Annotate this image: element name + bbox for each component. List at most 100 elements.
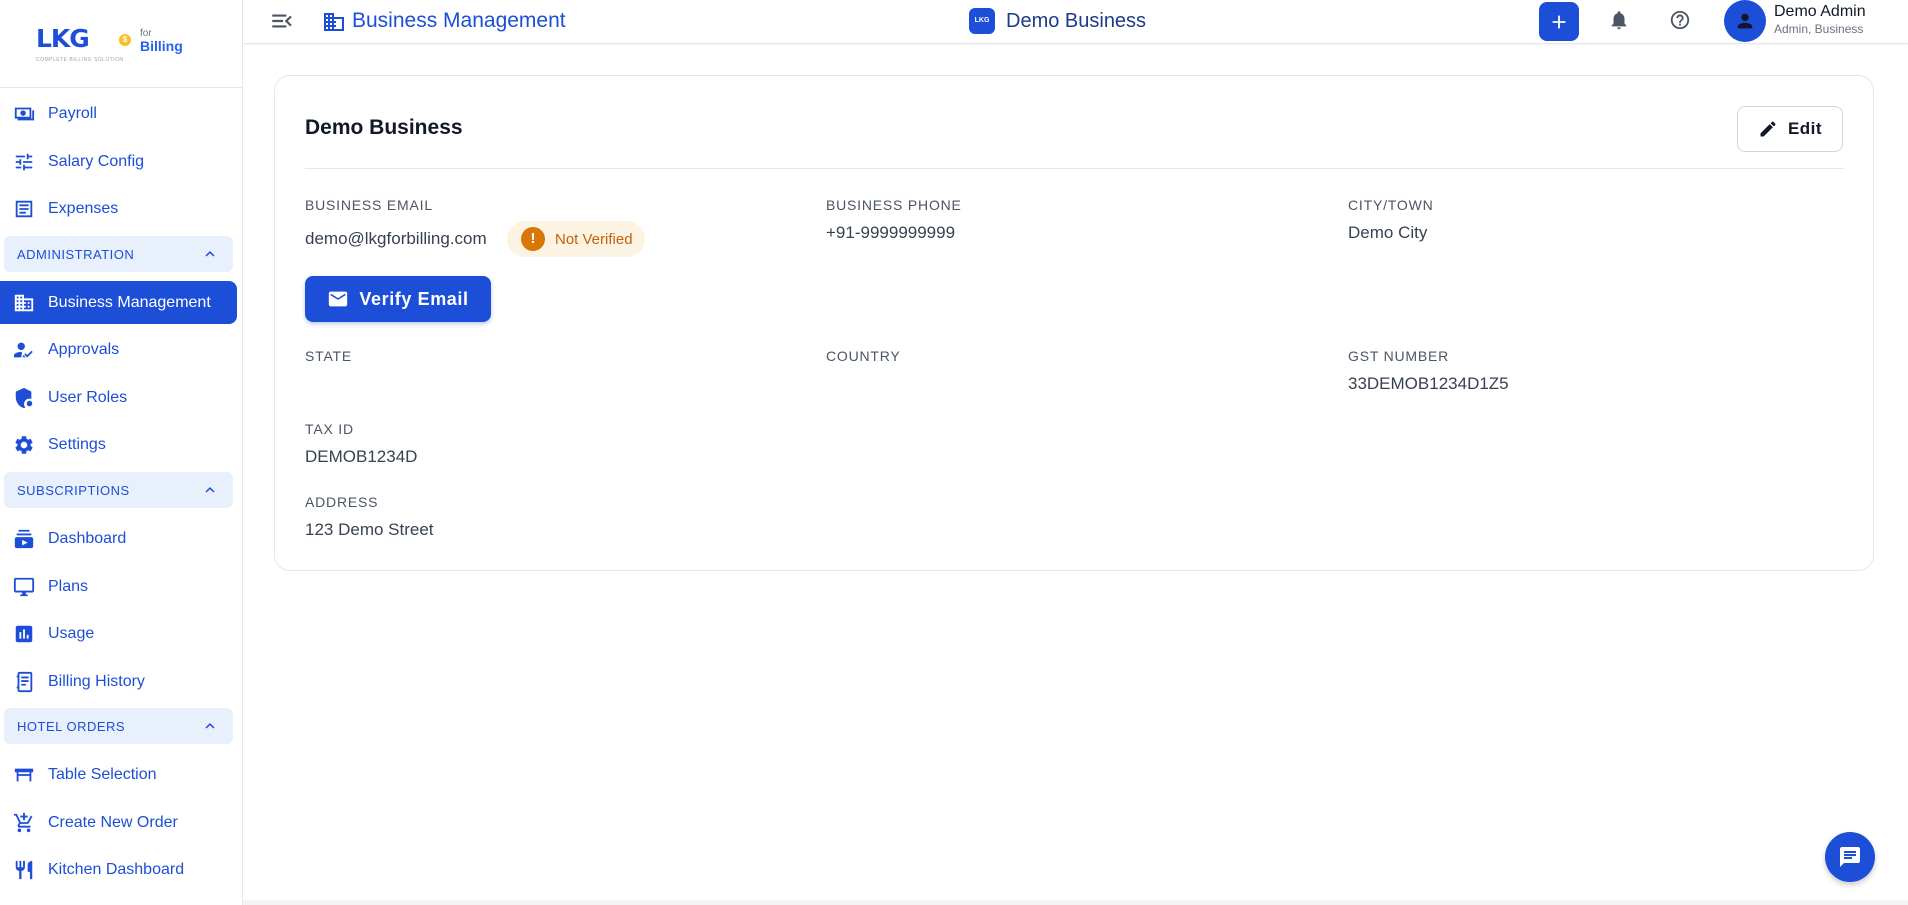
topbar: Business Management LKG Demo Business De… (243, 0, 1908, 44)
gst-value: 33DEMOB1234D1Z5 (1348, 374, 1509, 393)
warning-icon: ! (521, 227, 545, 251)
sidebar: LKG $ for Billing COMPLETE BILLING SOLUT… (0, 0, 243, 905)
bottom-scroll-strip (243, 900, 1908, 905)
sidebar-item-label: Business Management (48, 293, 211, 311)
logo-tagline: COMPLETE BILLING SOLUTION (36, 57, 124, 63)
sidebar-item-label: Usage (48, 625, 95, 642)
state-label: STATE (305, 348, 353, 364)
verify-email-button[interactable]: Verify Email (305, 276, 491, 322)
address-value: 123 Demo Street (305, 520, 434, 539)
chevron-up-icon (205, 723, 215, 729)
usage-chart-icon (13, 623, 35, 645)
status-badge-label: Not Verified (555, 230, 633, 248)
user-name[interactable]: Demo Admin (1774, 3, 1866, 21)
mail-icon (329, 291, 348, 307)
business-name[interactable]: Demo Business (1006, 10, 1146, 33)
pencil-icon (1760, 121, 1776, 137)
payroll-icon (13, 103, 35, 125)
chevron-up-icon (205, 251, 215, 257)
sidebar-item-business-management[interactable]: Business Management (0, 281, 237, 324)
sidebar-item-usage[interactable]: Usage (0, 613, 237, 655)
address-label: ADDRESS (305, 494, 379, 510)
restaurant-icon (13, 859, 35, 881)
sidebar-item-salary-config[interactable]: Salary Config (0, 141, 237, 183)
phone-value: +91-9999999999 (826, 223, 956, 242)
card-title: Demo Business (305, 116, 463, 139)
billing-history-icon (13, 671, 35, 693)
tax-id-label: TAX ID (305, 421, 354, 437)
email-label: BUSINESS EMAIL (305, 197, 433, 213)
sidebar-item-payroll[interactable]: Payroll (0, 93, 237, 135)
logo[interactable]: LKG $ for Billing COMPLETE BILLING SOLUT… (0, 0, 242, 88)
notification-bell-icon[interactable] (1608, 9, 1632, 33)
shield-icon (13, 387, 35, 409)
divider (305, 168, 1844, 169)
logo-billing: Billing (140, 38, 183, 54)
sidebar-item-kitchen-dashboard[interactable]: Kitchen Dashboard (0, 849, 237, 891)
avatar[interactable] (1724, 0, 1766, 42)
section-label: HOTEL ORDERS (17, 718, 126, 734)
person-icon (1737, 13, 1753, 29)
city-value: Demo City (1348, 223, 1428, 242)
gst-label: GST NUMBER (1348, 348, 1450, 364)
phone-label: BUSINESS PHONE (826, 197, 962, 213)
sidebar-item-label: Salary Config (48, 153, 145, 170)
chevron-up-icon (205, 487, 215, 493)
receipt-icon (13, 198, 35, 220)
sidebar-item-label: Create New Order (48, 814, 178, 831)
user-role: Admin, Business (1774, 22, 1864, 36)
verify-email-label: Verify Email (359, 288, 469, 309)
section-label: ADMINISTRATION (17, 246, 135, 262)
sidebar-item-label: Dashboard (48, 530, 127, 547)
sidebar-item-dashboard[interactable]: Dashboard (0, 518, 237, 560)
menu-collapse-icon[interactable] (269, 8, 295, 34)
sidebar-item-create-new-order[interactable]: Create New Order (0, 802, 237, 844)
sidebar-item-expenses[interactable]: Expenses (0, 188, 237, 230)
sidebar-item-user-roles[interactable]: User Roles (0, 377, 237, 419)
sidebar-item-label: Approvals (48, 341, 120, 358)
sidebar-item-label: Billing History (48, 673, 145, 690)
city-label: CITY/TOWN (1348, 197, 1434, 213)
tax-id-value: DEMOB1234D (305, 447, 418, 466)
plus-icon (1552, 15, 1566, 28)
edit-label: Edit (1787, 119, 1823, 138)
email-value: demo@lkgforbilling.com (305, 229, 487, 248)
logo-brand: LKG (36, 24, 90, 53)
sidebar-item-plans[interactable]: Plans (0, 566, 237, 608)
coin-icon: $ (119, 34, 131, 46)
business-logo: LKG (969, 8, 995, 34)
sidebar-item-label: Payroll (48, 105, 97, 122)
edit-button[interactable]: Edit (1737, 106, 1843, 152)
chat-icon (1840, 847, 1860, 867)
sidebar-item-approvals[interactable]: Approvals (0, 329, 237, 371)
section-hotel-orders[interactable]: HOTEL ORDERS (4, 708, 233, 744)
plans-icon (13, 576, 35, 598)
sidebar-item-label: User Roles (48, 389, 128, 406)
section-label: SUBSCRIPTIONS (17, 482, 130, 498)
app-root: LKG $ for Billing COMPLETE BILLING SOLUT… (0, 0, 1908, 905)
sidebar-item-table-selection[interactable]: Table Selection (0, 754, 237, 796)
building-icon (322, 10, 346, 34)
sidebar-item-settings[interactable]: Settings (0, 424, 237, 466)
dashboard-icon (13, 528, 35, 550)
business-details-card: Demo Business Edit BUSINESS EMAIL demo@l… (274, 75, 1874, 571)
tune-icon (13, 151, 35, 173)
sidebar-item-billing-history[interactable]: Billing History (0, 661, 237, 703)
help-icon[interactable] (1669, 9, 1693, 33)
section-administration[interactable]: ADMINISTRATION (4, 236, 233, 272)
approval-icon (13, 339, 35, 361)
page-title: Business Management (352, 9, 566, 32)
sidebar-item-label: Table Selection (48, 766, 157, 783)
add-button[interactable] (1539, 2, 1579, 41)
sidebar-item-label: Settings (48, 436, 106, 453)
sidebar-item-label: Kitchen Dashboard (48, 861, 185, 878)
sidebar-item-label: Plans (48, 578, 89, 595)
table-icon (13, 764, 35, 786)
chat-button[interactable] (1825, 832, 1875, 882)
building-icon (13, 292, 35, 314)
sidebar-item-label: Expenses (48, 200, 119, 217)
cart-icon (13, 812, 35, 834)
status-badge: ! Not Verified (507, 221, 645, 257)
gear-icon (13, 434, 35, 456)
section-subscriptions[interactable]: SUBSCRIPTIONS (4, 472, 233, 508)
